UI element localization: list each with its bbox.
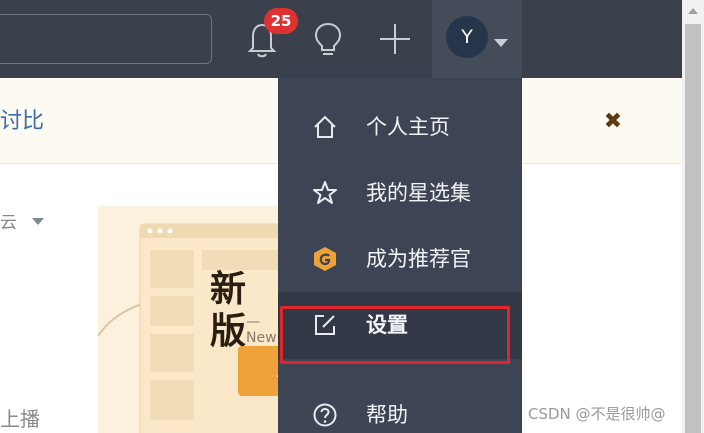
menu-item-recommender[interactable]: 成为推荐官: [278, 226, 522, 292]
user-dropdown-menu: 个人主页 我的星选集 成为推荐官 设置 帮助: [278, 78, 522, 433]
watermark: CSDN @不是很帅@: [528, 405, 666, 423]
menu-item-profile[interactable]: 个人主页: [278, 94, 522, 160]
menu-item-label: 个人主页: [366, 115, 450, 139]
banner-subtitle: — New: [246, 314, 277, 346]
settings-highlight-box: [280, 306, 510, 364]
menu-item-label: 成为推荐官: [366, 247, 471, 271]
recommender-badge-icon: [312, 246, 338, 272]
create-plus-icon[interactable]: [378, 22, 412, 56]
star-icon: [312, 180, 338, 206]
avatar[interactable]: Y: [446, 16, 488, 58]
help-icon: [312, 402, 338, 428]
menu-item-collection[interactable]: 我的星选集: [278, 160, 522, 226]
menu-item-label: 我的星选集: [366, 181, 471, 205]
close-icon[interactable]: ✖: [600, 108, 626, 136]
notice-text[interactable]: 讨比: [0, 106, 44, 138]
notification-count-badge: 25: [264, 8, 298, 34]
search-input[interactable]: [0, 14, 212, 64]
filter-label: 云: [0, 213, 17, 233]
promo-banner[interactable]: 新版 — New 立: [98, 206, 278, 433]
home-icon: [312, 114, 338, 140]
scroll-up-arrow-icon[interactable]: [682, 0, 704, 22]
scrollbar-thumb[interactable]: [685, 24, 701, 433]
chevron-down-icon: [32, 218, 44, 225]
menu-item-label: 帮助: [366, 403, 408, 427]
filter-dropdown[interactable]: 云: [0, 208, 50, 234]
banner-button[interactable]: 立: [238, 346, 278, 396]
chevron-down-icon[interactable]: [494, 33, 508, 47]
scrollbar[interactable]: [682, 0, 704, 433]
menu-item-help[interactable]: 帮助: [278, 382, 522, 433]
content-text-fragment: 上播: [0, 407, 40, 431]
top-navigation-bar: 25: [0, 0, 682, 78]
lightbulb-icon[interactable]: [310, 20, 346, 60]
